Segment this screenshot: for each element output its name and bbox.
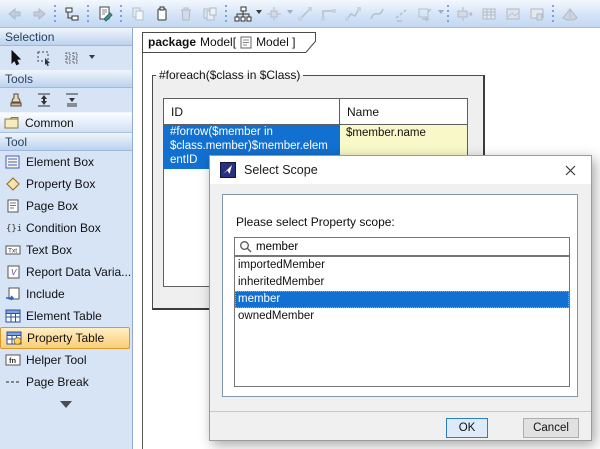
tool-item-property-table[interactable]: Property Table xyxy=(0,327,130,349)
distribute-vertical-icon[interactable] xyxy=(32,89,56,111)
tree-layout-icon[interactable] xyxy=(231,3,255,25)
selection-mode-caret-icon[interactable] xyxy=(89,54,95,62)
draw-oblique-icon[interactable] xyxy=(341,3,365,25)
dialog-titlebar[interactable]: Select Scope xyxy=(210,156,591,184)
tool-item-property-box[interactable]: Property Box xyxy=(0,173,132,195)
center-layout-icon[interactable] xyxy=(262,3,286,25)
table-header-name[interactable]: Name xyxy=(340,99,467,125)
match-height-icon[interactable] xyxy=(60,89,84,111)
option-ownedMember[interactable]: ownedMember xyxy=(235,308,569,325)
dialog-footer-separator xyxy=(210,411,591,412)
section-header-selection: Selection xyxy=(0,28,132,46)
page-box-icon xyxy=(7,199,19,213)
paste-icon[interactable] xyxy=(150,3,174,25)
tab-model-after: Model ] xyxy=(256,35,296,49)
option-importedMember[interactable]: importedMember xyxy=(235,257,569,274)
tools-icon-row xyxy=(0,88,132,112)
reset-edge-icon[interactable] xyxy=(413,3,437,25)
ok-button[interactable]: OK xyxy=(446,418,488,438)
tool-item-page-break[interactable]: Page Break xyxy=(0,371,132,393)
section-header-tools: Tools xyxy=(0,70,132,88)
fit-size-icon[interactable] xyxy=(453,3,477,25)
option-member-selected[interactable]: member xyxy=(235,291,569,308)
tool-item-condition-box[interactable]: {}if Condition Box xyxy=(0,217,132,239)
copy-icon[interactable] xyxy=(126,3,150,25)
element-table-icon xyxy=(5,309,21,323)
draw-rectilinear-icon[interactable] xyxy=(317,3,341,25)
tool-item-helper-tool[interactable]: fn Helper Tool xyxy=(0,349,132,371)
element-box-icon xyxy=(5,155,20,169)
dialog-title: Select Scope xyxy=(244,163,318,177)
delete-icon[interactable] xyxy=(174,3,198,25)
diagram-frame-tab: package Model[ Model ] xyxy=(142,32,316,53)
cursor-icon[interactable] xyxy=(4,47,28,69)
search-input[interactable] xyxy=(256,240,546,253)
tool-item-text-box[interactable]: Txt Text Box xyxy=(0,239,132,261)
toolbar-separator xyxy=(119,4,124,23)
dialog-content-panel: Please select Property scope: importedMe… xyxy=(222,194,578,397)
toolbar-separator xyxy=(86,4,91,23)
folder-icon xyxy=(4,117,19,129)
include-icon xyxy=(6,287,20,301)
toolbar-separator xyxy=(446,4,451,23)
toolbar-separator xyxy=(224,4,229,23)
insert-table-icon[interactable] xyxy=(477,3,501,25)
svg-text:{}if: {}if xyxy=(6,224,21,234)
preview-screen-icon[interactable] xyxy=(525,3,549,25)
draw-line-icon[interactable] xyxy=(293,3,317,25)
svg-text:V: V xyxy=(11,268,17,277)
search-icon xyxy=(240,241,252,253)
draw-curve-icon[interactable] xyxy=(365,3,389,25)
cancel-button[interactable]: Cancel xyxy=(523,418,579,438)
section-header-tool: Tool xyxy=(0,133,132,151)
svg-text:Txt: Txt xyxy=(8,248,17,255)
grid-select-icon[interactable] xyxy=(60,47,84,69)
document-icon xyxy=(240,36,252,49)
tool-item-report-data-variable[interactable]: V Report Data Varia... xyxy=(0,261,132,283)
tab-keyword: package xyxy=(148,35,197,49)
select-scope-dialog: Select Scope Please select Property scop… xyxy=(209,155,592,441)
marquee-select-icon[interactable] xyxy=(32,47,56,69)
scroll-down-caret-icon[interactable] xyxy=(60,401,72,414)
report-data-variable-icon: V xyxy=(7,265,20,279)
common-drawer-button[interactable]: Common xyxy=(0,112,132,133)
edit-report-template-icon[interactable] xyxy=(93,3,117,25)
toolbar-separator xyxy=(53,4,58,23)
reset-edge-caret-icon[interactable] xyxy=(438,10,444,17)
svg-text:fn: fn xyxy=(9,356,16,365)
scope-prompt-label: Please select Property scope: xyxy=(236,215,395,229)
page-break-icon xyxy=(6,381,19,383)
back-icon[interactable] xyxy=(3,3,27,25)
tool-item-include[interactable]: Include xyxy=(0,283,132,305)
diagram-frame-border xyxy=(142,52,143,449)
tools-sidebar: Selection Tools Common Tool Element Box … xyxy=(0,28,133,449)
selection-icon-row xyxy=(0,46,132,70)
containment-tree-icon[interactable] xyxy=(60,3,84,25)
app-logo-icon xyxy=(220,162,236,178)
toolbar-separator xyxy=(551,4,556,23)
condition-box-icon: {}if xyxy=(6,224,21,234)
property-table-icon xyxy=(6,331,22,345)
perspective-icon[interactable] xyxy=(558,3,582,25)
option-inheritedMember[interactable]: inheritedMember xyxy=(235,274,569,291)
helper-tool-icon: fn xyxy=(5,354,21,366)
paste-duplicate-icon[interactable] xyxy=(198,3,222,25)
insert-image-icon[interactable] xyxy=(501,3,525,25)
tool-item-page-box[interactable]: Page Box xyxy=(0,195,132,217)
foreach-label: #foreach($class in $Class) xyxy=(156,68,304,82)
draw-dashed-icon[interactable] xyxy=(389,3,413,25)
main-toolbar xyxy=(0,0,600,28)
tab-model-before: Model[ xyxy=(200,35,237,49)
scope-options-list: importedMember inheritedMember member ow… xyxy=(234,256,570,387)
scope-search-field[interactable] xyxy=(234,237,570,256)
stamp-icon[interactable] xyxy=(4,89,28,111)
text-box-icon: Txt xyxy=(5,245,21,255)
close-icon[interactable] xyxy=(557,161,583,179)
property-box-icon xyxy=(6,177,20,191)
table-header-id[interactable]: ID xyxy=(164,99,340,125)
tool-item-element-box[interactable]: Element Box xyxy=(0,151,132,173)
tool-item-element-table[interactable]: Element Table xyxy=(0,305,132,327)
forward-icon[interactable] xyxy=(27,3,51,25)
